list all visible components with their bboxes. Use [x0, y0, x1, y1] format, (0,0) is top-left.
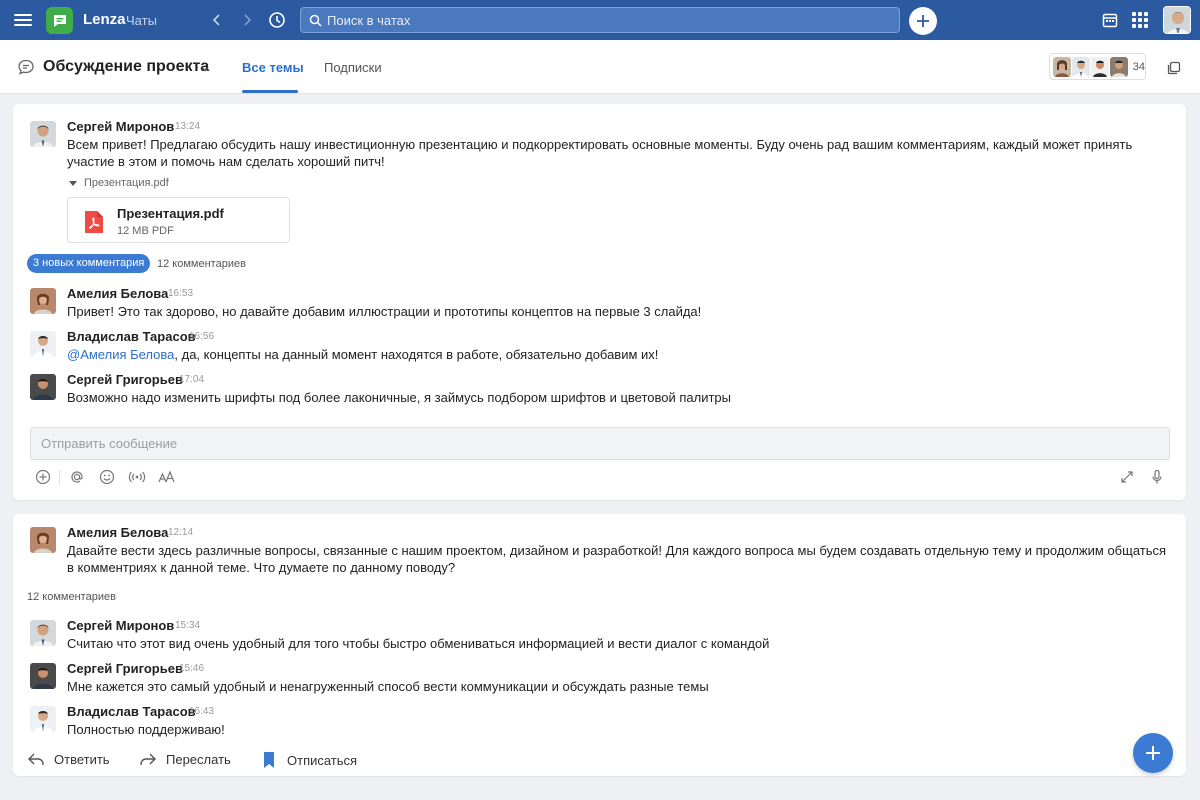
search-bar[interactable] — [300, 7, 900, 33]
new-topic-button[interactable] — [1133, 733, 1173, 773]
add-icon[interactable] — [909, 7, 937, 35]
unsubscribe-button[interactable]: Отписаться — [260, 751, 357, 769]
tab-all-topics[interactable]: Все темы — [242, 60, 304, 75]
attachment-toggle[interactable]: Презентация.pdf — [69, 177, 169, 189]
expand-icon[interactable] — [1118, 468, 1136, 486]
message-text: Всем привет! Предлагаю обсудить нашу инв… — [67, 137, 1133, 169]
author-name[interactable]: Сергей Миронов — [67, 618, 174, 633]
reply-icon — [28, 753, 44, 766]
bookmark-icon — [264, 752, 274, 768]
apps-icon[interactable] — [1132, 12, 1148, 28]
plus-icon — [1146, 746, 1160, 760]
add-attachment-icon[interactable] — [34, 468, 52, 486]
new-comments-badge[interactable]: 3 новых комментария — [27, 254, 151, 273]
message-time: 16:43 — [189, 706, 215, 717]
message-text: Возможно надо изменить шрифты под более … — [67, 390, 731, 405]
file-attachment[interactable]: Презентация.pdf 12 MB PDF — [67, 197, 290, 243]
menu-icon[interactable] — [14, 11, 32, 29]
message-text: Мне кажется это самый удобный и ненагруж… — [67, 679, 709, 694]
forward-message-button[interactable]: Переслать — [139, 751, 231, 767]
message-time: 16:56 — [189, 331, 215, 342]
unsubscribe-label: Отписаться — [287, 752, 358, 768]
avatar — [30, 331, 56, 357]
file-meta: 12 MB PDF — [117, 225, 174, 237]
chevron-down-icon[interactable] — [200, 62, 210, 72]
top-bar: Lenza Чаты — [0, 0, 1200, 40]
reply-label: Ответить — [54, 751, 110, 767]
author-name[interactable]: Владислав Тарасов — [67, 329, 196, 344]
message-input[interactable] — [31, 428, 1169, 459]
search-input[interactable] — [327, 12, 887, 28]
message-text: Полностью поддерживаю! — [67, 722, 225, 737]
app-brand: Lenza — [83, 11, 126, 28]
message-composer[interactable] — [30, 427, 1170, 460]
calendar-icon[interactable] — [1101, 11, 1119, 29]
avatar — [1071, 56, 1090, 77]
toolbar-divider — [59, 470, 60, 486]
chat-header: Обсуждение проекта Все темы Подписки 34 — [0, 40, 1200, 94]
user-mention[interactable]: @Амелия Белова — [67, 347, 174, 362]
attachment-toggle-label: Презентация.pdf — [84, 177, 169, 189]
back-icon[interactable] — [208, 10, 226, 30]
search-icon — [309, 14, 322, 27]
active-tab-indicator — [242, 90, 298, 93]
author-name[interactable]: Сергей Миронов — [67, 119, 174, 134]
message-time: 17:04 — [179, 374, 205, 385]
avatar — [30, 121, 56, 147]
broadcast-icon[interactable] — [128, 468, 146, 486]
author-name[interactable]: Амелия Белова — [67, 525, 168, 540]
author-name[interactable]: Сергей Григорьев — [67, 661, 183, 676]
topic-card: Амелия Белова 12:14 Давайте вести здесь … — [13, 514, 1186, 776]
avatar — [30, 374, 56, 400]
avatar — [30, 527, 56, 553]
message-text: Считаю что этот вид очень удобный для то… — [67, 636, 770, 651]
pages-icon[interactable] — [1166, 60, 1182, 76]
message-text: Привет! Это так здорово, но давайте доба… — [67, 304, 702, 319]
avatar — [30, 620, 56, 646]
app-section: Чаты — [126, 13, 157, 28]
avatar — [1053, 56, 1071, 77]
message-text-body: , да, концепты на данный момент находятс… — [174, 347, 659, 362]
file-name: Презентация.pdf — [117, 206, 224, 221]
reply-button[interactable]: Ответить — [27, 751, 110, 767]
microphone-icon[interactable] — [1148, 468, 1166, 486]
author-name[interactable]: Сергей Григорьев — [67, 372, 183, 387]
forward-icon[interactable] — [238, 10, 256, 30]
avatar — [1090, 56, 1109, 77]
message-text: Давайте вести здесь различные вопросы, с… — [67, 543, 1167, 575]
history-icon[interactable] — [267, 10, 287, 30]
text-format-icon[interactable] — [158, 468, 176, 486]
message-time: 15:46 — [179, 663, 205, 674]
avatar — [30, 288, 56, 314]
caret-down-icon — [69, 180, 77, 186]
chat-logo-icon[interactable] — [46, 7, 73, 34]
message-text: @Амелия Белова, да, концепты на данный м… — [67, 346, 658, 363]
message-time: 16:53 — [168, 288, 194, 299]
message-time: 12:14 — [168, 527, 194, 538]
avatar — [30, 706, 56, 732]
members-count: 34 — [1132, 60, 1145, 73]
avatar — [30, 663, 56, 689]
author-name[interactable]: Владислав Тарасов — [67, 704, 196, 719]
emoji-icon[interactable] — [98, 468, 116, 486]
forward-label: Переслать — [166, 751, 231, 767]
author-name[interactable]: Амелия Белова — [67, 286, 168, 301]
comments-count[interactable]: 12 комментариев — [27, 591, 116, 603]
page-title[interactable]: Обсуждение проекта — [43, 58, 209, 76]
message-time: 15:34 — [175, 620, 201, 631]
mention-icon[interactable] — [68, 468, 86, 486]
forward-message-icon — [140, 753, 156, 766]
pdf-file-icon — [83, 210, 104, 234]
members-button[interactable]: 34 — [1049, 53, 1146, 80]
tab-subscriptions[interactable]: Подписки — [324, 60, 382, 75]
topic-card: Сергей Миронов 13:24 Всем привет! Предла… — [13, 104, 1186, 500]
comments-count[interactable]: 12 комментариев — [157, 258, 246, 270]
avatar — [1109, 56, 1128, 77]
user-avatar[interactable] — [1163, 6, 1191, 34]
message-time: 13:24 — [175, 121, 201, 132]
chat-bubble-icon — [17, 58, 35, 76]
